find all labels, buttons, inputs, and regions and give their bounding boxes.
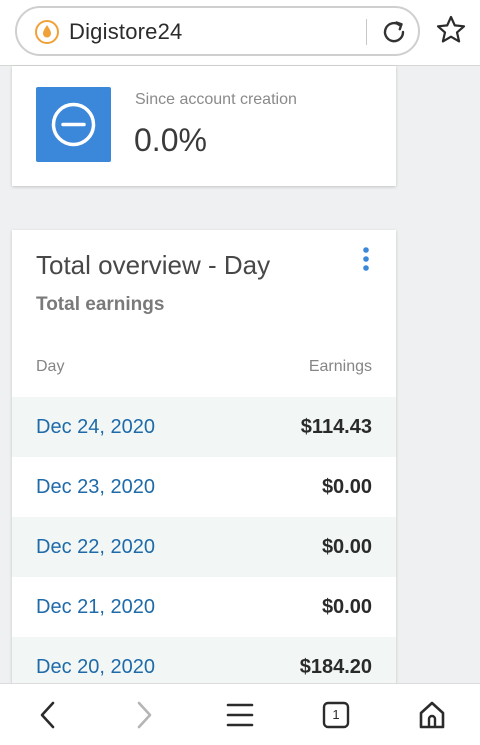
table-row[interactable]: Dec 23, 2020 $0.00 (12, 457, 396, 517)
table-row[interactable]: Dec 22, 2020 $0.00 (12, 517, 396, 577)
more-vert-icon[interactable] (358, 246, 374, 274)
stat-badge (36, 87, 111, 162)
tab-count: 1 (332, 707, 340, 722)
row-day-link[interactable]: Dec 21, 2020 (36, 596, 155, 619)
browser-toolbar: Digistore24 (0, 0, 480, 66)
earnings-table: Dec 24, 2020 $114.43 Dec 23, 2020 $0.00 … (12, 397, 396, 697)
overview-title: Total overview - Day (36, 250, 271, 280)
address-bar[interactable]: Digistore24 (15, 6, 420, 56)
row-earnings: $184.20 (299, 656, 372, 678)
browser-page: Digistore24 Since account creation 0.0% … (0, 0, 480, 745)
tabs-button[interactable]: 1 (320, 698, 352, 732)
browser-bottom-nav: 1 (0, 683, 480, 745)
reload-icon[interactable] (379, 17, 409, 47)
address-text[interactable]: Digistore24 (69, 19, 182, 45)
stat-label: Since account creation (135, 91, 297, 108)
stat-value: 0.0% (134, 122, 207, 158)
column-header-earnings: Earnings (308, 358, 372, 375)
overview-card: Total overview - Day Total earnings Day … (12, 230, 396, 700)
menu-icon[interactable] (224, 698, 256, 732)
row-earnings: $0.00 (321, 476, 372, 498)
row-day-link[interactable]: Dec 22, 2020 (36, 536, 155, 559)
row-day-link[interactable]: Dec 23, 2020 (36, 476, 155, 499)
stat-card: Since account creation 0.0% (12, 66, 396, 186)
star-icon[interactable] (435, 14, 467, 46)
minus-circle-icon (51, 102, 96, 147)
digistore-drop-icon (35, 20, 59, 44)
table-row[interactable]: Dec 21, 2020 $0.00 (12, 577, 396, 637)
row-earnings: $0.00 (321, 536, 372, 558)
row-earnings: $0.00 (321, 596, 372, 618)
row-day-link[interactable]: Dec 24, 2020 (36, 416, 155, 439)
home-icon[interactable] (416, 698, 448, 732)
back-icon[interactable] (32, 698, 64, 732)
overview-subtitle: Total earnings (36, 294, 165, 315)
address-divider (366, 19, 367, 45)
row-earnings: $114.43 (300, 416, 372, 438)
column-header-day: Day (36, 358, 65, 375)
row-day-link[interactable]: Dec 20, 2020 (36, 656, 155, 679)
table-row[interactable]: Dec 24, 2020 $114.43 (12, 397, 396, 457)
forward-icon[interactable] (128, 698, 160, 732)
